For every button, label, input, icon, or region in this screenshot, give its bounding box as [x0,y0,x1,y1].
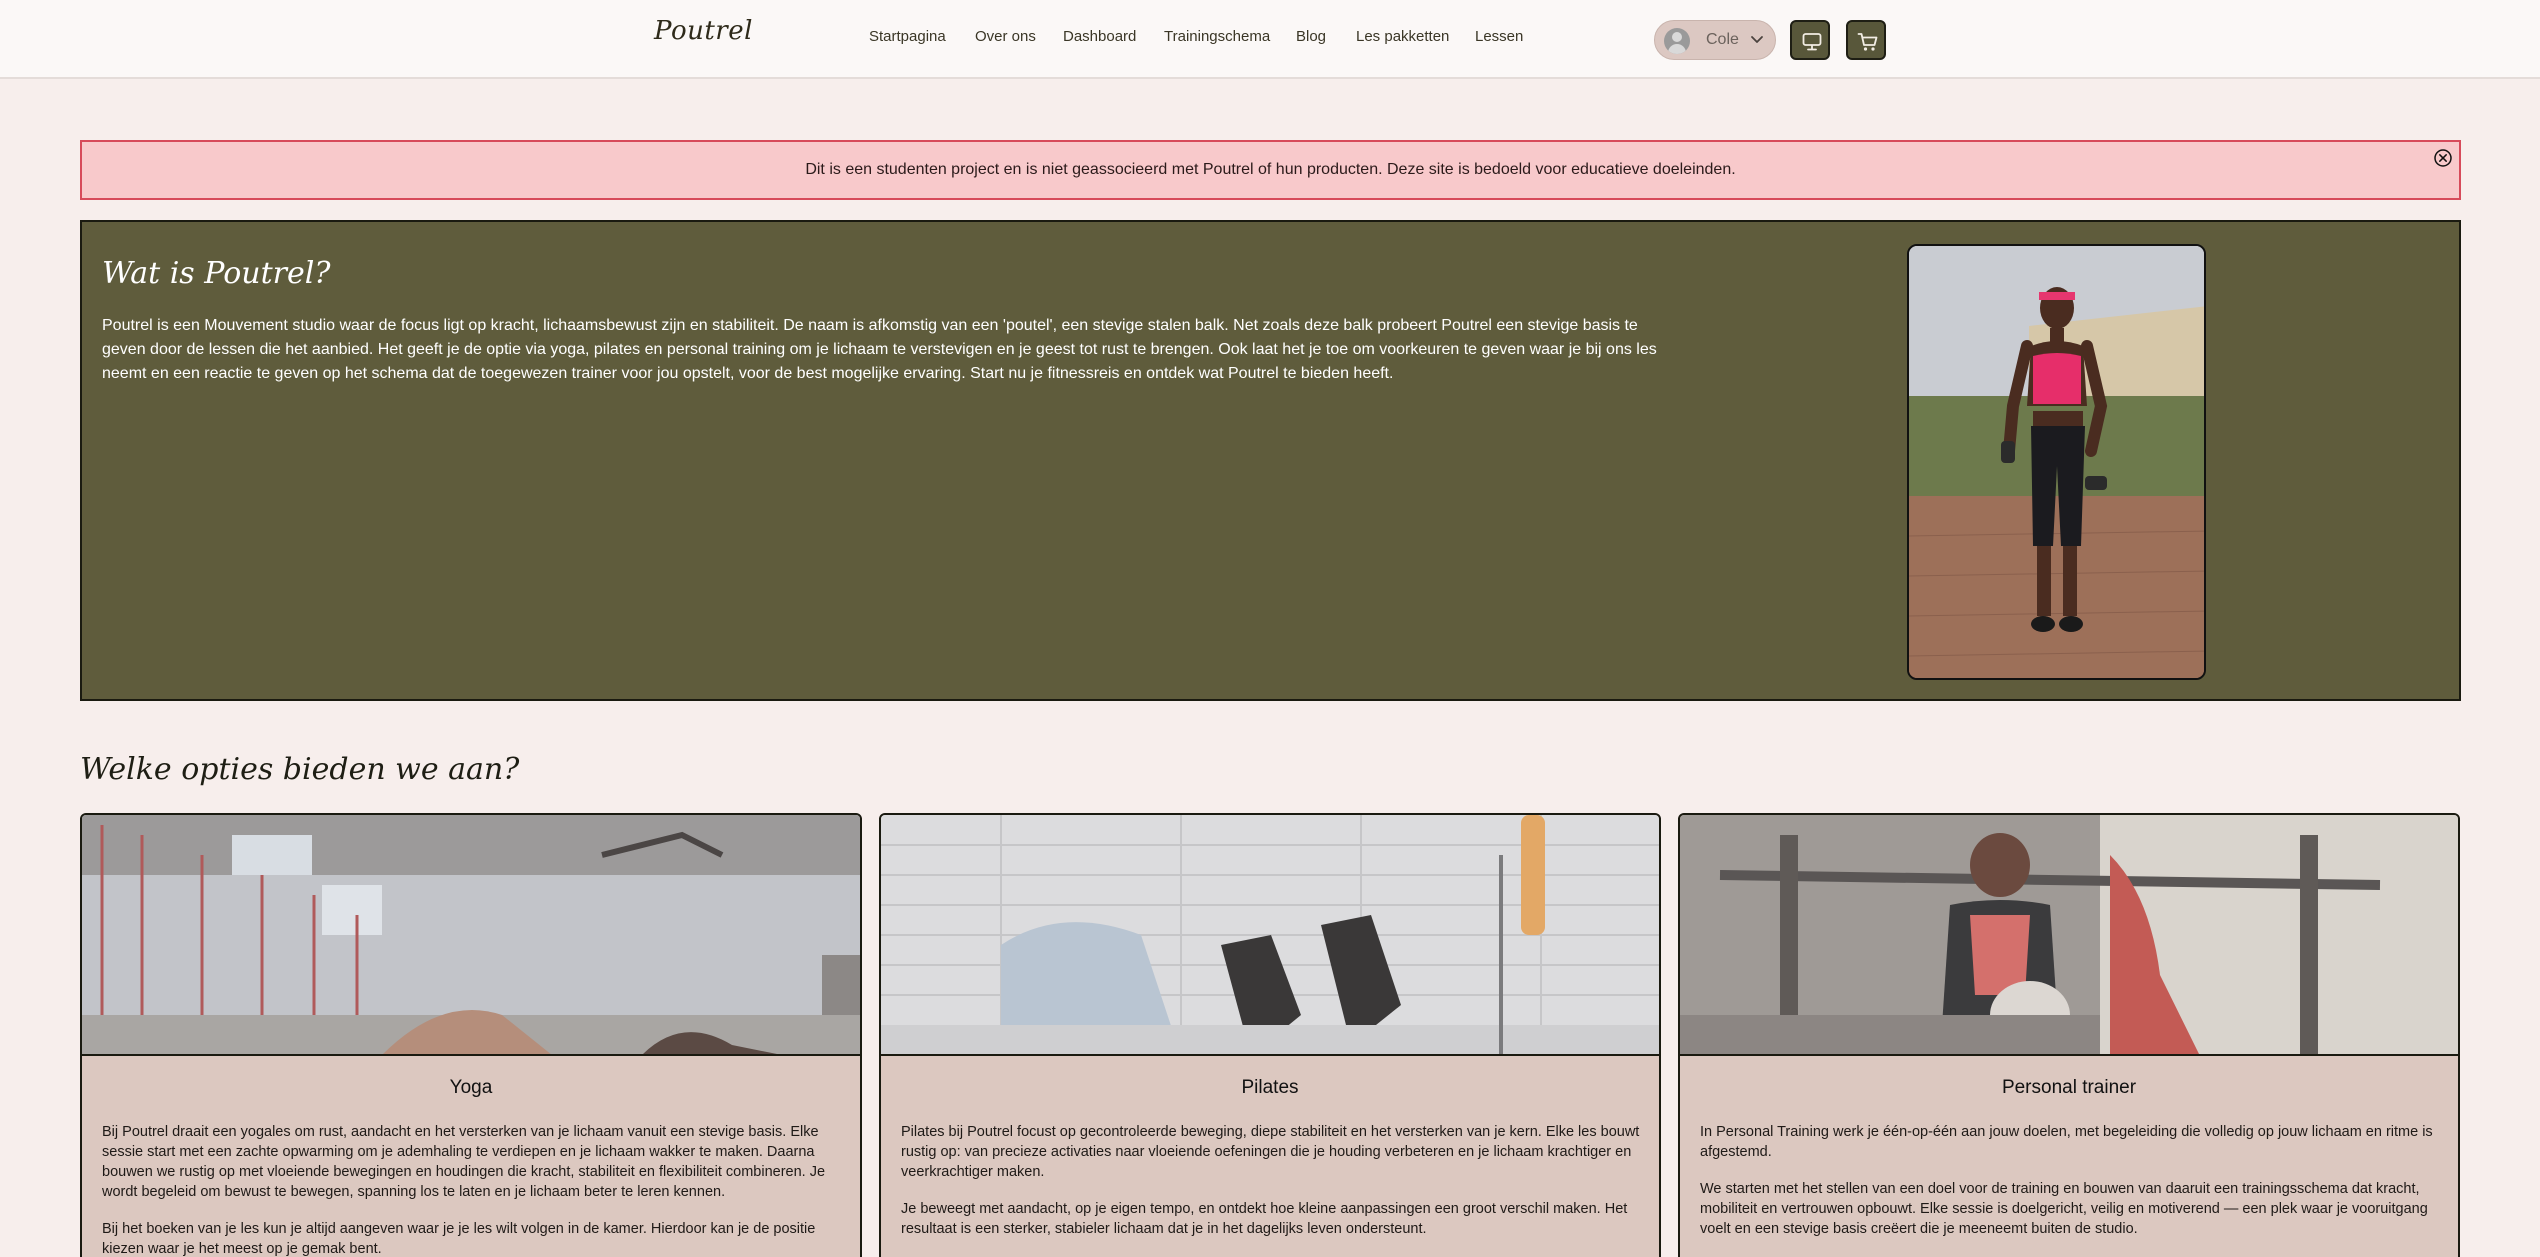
card-personal-trainer[interactable]: Personal trainer In Personal Training we… [1678,813,2460,1257]
monitor-icon [1802,33,1822,51]
about-text: Poutrel is een Mouvement studio waar de … [102,317,1657,382]
card-yoga[interactable]: Yoga Bij Poutrel draait een yogales om r… [80,813,862,1257]
card-description: In Personal Training werk je één-op-één … [1700,1122,2442,1256]
card-title: Personal trainer [2001,1077,2137,1098]
nav-blog[interactable]: Blog [1296,28,1326,45]
site-header: Poutrel Startpagina Over ons Dashboard T… [0,0,2540,79]
disclaimer-text: Dit is een studenten project en is niet … [805,161,1736,178]
card-paragraph: Bij Poutrel draait een yogales om rust, … [102,1124,826,1200]
nav-dashboard[interactable]: Dashboard [1063,28,1136,45]
personal-trainer-image [1680,815,2458,1056]
card-title: Pilates [1241,1077,1299,1098]
avatar [1664,28,1690,54]
hero-image [1907,244,2206,680]
card-paragraph: Pilates bij Poutrel focust op gecontrole… [901,1124,1640,1180]
user-name: Cole [1706,31,1739,48]
pilates-image [881,815,1659,1056]
card-paragraph: Je beweegt met aandacht, op je eigen tem… [901,1201,1628,1237]
cart-button[interactable] [1846,20,1886,60]
options-title: Welke opties bieden we aan? [80,752,520,787]
yoga-image [82,815,860,1056]
card-paragraph: Bij het boeken van je les kun je altijd … [102,1221,816,1257]
athlete-photo [1909,246,2204,678]
card-title: Yoga [449,1077,493,1098]
card-paragraph: We starten met het stellen van een doel … [1700,1181,2428,1237]
card-pilates[interactable]: Pilates Pilates bij Poutrel focust op ge… [879,813,1661,1257]
about-title: Wat is Poutrel? [102,256,331,291]
monitor-button[interactable] [1790,20,1830,60]
nav-startpagina[interactable]: Startpagina [869,28,946,45]
disclaimer-banner: Dit is een studenten project en is niet … [80,140,2461,200]
nav-trainingschema[interactable]: Trainingschema [1164,28,1270,45]
nav-lessen[interactable]: Lessen [1475,28,1523,45]
site-logo[interactable]: Poutrel [654,16,753,46]
user-menu-button[interactable]: Cole [1654,20,1776,60]
card-description: Pilates bij Poutrel focust op gecontrole… [901,1122,1643,1256]
nav-over-ons[interactable]: Over ons [975,28,1036,45]
about-section: Wat is Poutrel? Poutrel is een Mouvement… [80,220,2461,701]
card-description: Bij Poutrel draait een yogales om rust, … [102,1122,844,1257]
cart-icon [1857,33,1878,51]
close-icon[interactable] [2433,148,2453,168]
card-paragraph: In Personal Training werk je één-op-één … [1700,1124,2433,1160]
chevron-down-icon [1751,36,1763,43]
nav-les-pakketten[interactable]: Les pakketten [1356,28,1449,45]
